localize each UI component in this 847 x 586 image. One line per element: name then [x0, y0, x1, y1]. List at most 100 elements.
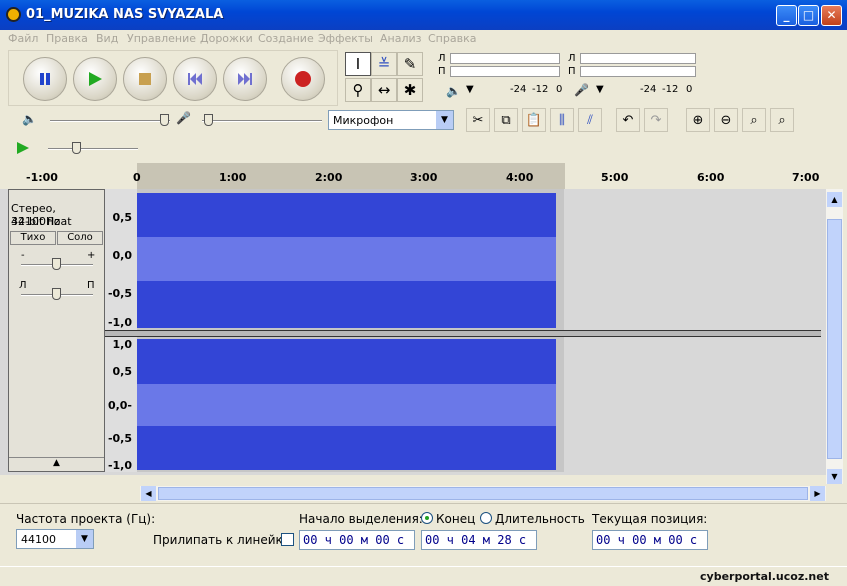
speed-slider[interactable]: [72, 142, 81, 154]
menu-file[interactable]: Файл: [8, 32, 38, 45]
ruler-tick: 5:00: [601, 171, 629, 184]
pan-slider[interactable]: [52, 288, 61, 300]
input-source-select[interactable]: Микрофон ▼: [328, 110, 454, 130]
rec-tick-12: -12: [662, 84, 679, 95]
pan-left-label: Л: [19, 280, 27, 291]
fit-selection-button[interactable]: ⌕: [742, 108, 766, 132]
speed-track: [48, 148, 138, 150]
project-rate-label: Частота проекта (Гц):: [16, 512, 156, 526]
menu-control[interactable]: Управление: [127, 32, 196, 45]
gain-plus-label: +: [87, 250, 96, 261]
skip-end-button[interactable]: [223, 57, 267, 101]
play-meter-left: [450, 53, 560, 64]
selection-end-field[interactable]: 00 ч 04 м 28 с: [421, 530, 537, 550]
envelope-icon: ≚: [377, 55, 391, 73]
project-rate-value: 44100: [21, 533, 56, 546]
pan-right-label: П: [87, 280, 95, 291]
waveform-right-channel[interactable]: [137, 337, 564, 472]
track-control-panel: Стерео, 44100Hz 32-bit float Тихо Соло -…: [8, 189, 105, 472]
y-axis-label: 1,0: [112, 338, 133, 351]
pause-button[interactable]: [23, 57, 67, 101]
pause-icon: [24, 58, 66, 100]
draw-tool[interactable]: ✎: [397, 52, 423, 76]
vertical-scroll-thumb[interactable]: [827, 219, 842, 459]
solo-button[interactable]: Соло: [57, 231, 103, 245]
input-source-value: Микрофон: [333, 114, 394, 127]
selection-start-value: 00 ч 00 м 00 с: [303, 533, 405, 547]
stop-button[interactable]: [123, 57, 167, 101]
watermark: cyberportal.ucoz.net: [700, 570, 829, 583]
y-axis-label: 0,0-: [107, 399, 132, 412]
menu-analyze[interactable]: Анализ: [380, 32, 422, 45]
collapse-track-button[interactable]: ▲: [9, 457, 104, 471]
selection-bar: Частота проекта (Гц): 44100 ▼ Прилипать …: [0, 503, 847, 565]
magnifier-icon: ⚲: [352, 81, 364, 99]
output-volume-slider[interactable]: [160, 114, 169, 126]
zoom-out-button[interactable]: ⊖: [714, 108, 738, 132]
ruler-tick: 1:00: [219, 171, 247, 184]
silence-button[interactable]: ⫽: [578, 108, 602, 132]
y-axis-label: -1,0: [107, 316, 132, 329]
copy-button[interactable]: ⧉: [494, 108, 518, 132]
cursor-icon: I: [355, 55, 361, 73]
skip-start-button[interactable]: [173, 57, 217, 101]
menu-help[interactable]: Справка: [428, 32, 476, 45]
close-button[interactable]: ✕: [821, 5, 842, 26]
paste-button[interactable]: 📋: [522, 108, 546, 132]
selection-tool[interactable]: I: [345, 52, 371, 76]
position-label: Текущая позиция:: [592, 512, 708, 526]
trim-button[interactable]: ⫼: [550, 108, 574, 132]
trim-icon: ⫼: [559, 112, 565, 128]
skip-start-icon: [174, 58, 216, 100]
redo-button[interactable]: ↷: [644, 108, 668, 132]
play-tick-0: 0: [556, 84, 563, 95]
timeshift-tool[interactable]: ↔: [371, 78, 397, 102]
zoom-in-button[interactable]: ⊕: [686, 108, 710, 132]
play-tick-12: -12: [532, 84, 549, 95]
menu-effects[interactable]: Эффекты: [318, 32, 373, 45]
length-radio[interactable]: [480, 512, 492, 524]
menu-generate[interactable]: Создание: [258, 32, 314, 45]
position-field[interactable]: 00 ч 00 м 00 с: [592, 530, 708, 550]
gain-slider[interactable]: [52, 258, 61, 270]
menu-view[interactable]: Вид: [96, 32, 118, 45]
mute-button[interactable]: Тихо: [10, 231, 56, 245]
project-rate-select[interactable]: 44100 ▼: [16, 529, 94, 549]
envelope-tool[interactable]: ≚: [371, 52, 397, 76]
scroll-up-button[interactable]: ▲: [827, 192, 842, 207]
minimize-button[interactable]: _: [776, 5, 797, 26]
fit-selection-icon: ⌕: [750, 112, 758, 128]
scroll-right-button[interactable]: ▶: [810, 486, 825, 501]
horizontal-scroll-thumb[interactable]: [158, 487, 808, 500]
undo-button[interactable]: ↶: [616, 108, 640, 132]
scroll-down-button[interactable]: ▼: [827, 469, 842, 484]
maximize-button[interactable]: □: [798, 5, 819, 26]
waveform-left-channel[interactable]: [137, 189, 564, 330]
scroll-left-button[interactable]: ◀: [141, 486, 156, 501]
chevron-down-icon: ▼: [436, 111, 453, 129]
play-button[interactable]: [73, 57, 117, 101]
selection-start-field[interactable]: 00 ч 00 м 00 с: [299, 530, 415, 550]
cut-button[interactable]: ✂: [466, 108, 490, 132]
meter-right-label-play: П: [438, 66, 446, 77]
output-volume-icon: 🔈: [22, 112, 37, 126]
snap-to-checkbox[interactable]: [281, 533, 294, 546]
menu-bar: Файл Правка Вид Управление Дорожки Созда…: [0, 30, 847, 48]
input-volume-slider[interactable]: [204, 114, 213, 126]
play-at-speed-button[interactable]: [12, 138, 34, 158]
end-radio[interactable]: [421, 512, 433, 524]
zoom-tool[interactable]: ⚲: [345, 78, 371, 102]
record-button[interactable]: [281, 57, 325, 101]
play-meter-right: [450, 66, 560, 77]
menu-edit[interactable]: Правка: [46, 32, 88, 45]
rec-tick-0: 0: [686, 84, 693, 95]
menu-tracks[interactable]: Дорожки: [200, 32, 253, 45]
rec-meter-dropdown[interactable]: ▼: [596, 84, 604, 95]
multi-tool[interactable]: ✱: [397, 78, 423, 102]
waveform-right-svg: [137, 339, 556, 470]
horizontal-scrollbar[interactable]: ◀ ▶: [140, 486, 826, 501]
play-meter-dropdown[interactable]: ▼: [466, 84, 474, 95]
rec-meter-right: [580, 66, 696, 77]
vertical-scrollbar[interactable]: ▲ ▼: [826, 189, 843, 484]
fit-project-button[interactable]: ⌕: [770, 108, 794, 132]
